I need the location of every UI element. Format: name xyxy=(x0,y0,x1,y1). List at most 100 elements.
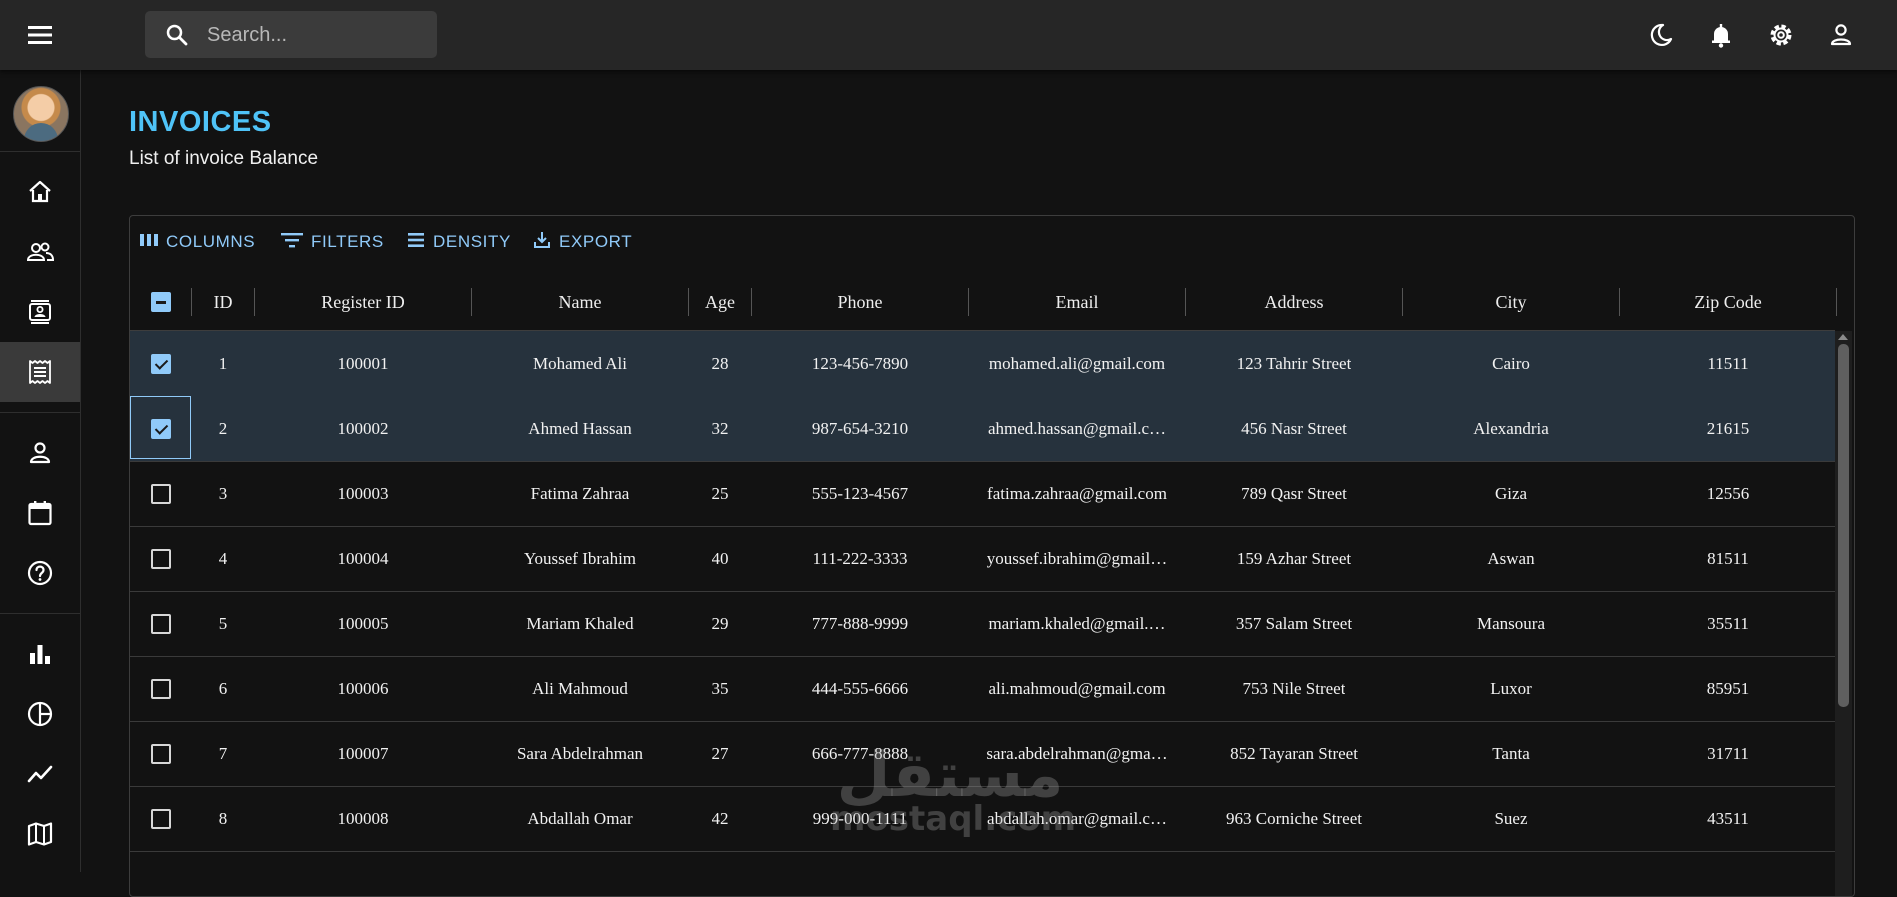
cell-city[interactable]: Aswan xyxy=(1403,526,1619,591)
cell-zip[interactable]: 85951 xyxy=(1620,656,1836,721)
row-checkbox[interactable] xyxy=(150,808,171,829)
cell-email[interactable]: sara.abdelrahman@gma… xyxy=(969,721,1185,786)
cell-register-id[interactable]: 100007 xyxy=(255,721,471,786)
contacts-icon[interactable] xyxy=(0,282,80,342)
table-row[interactable]: 5 100005 Mariam Khaled 29 777-888-9999 mariam… xyxy=(130,591,1835,657)
cell-register-id[interactable]: 100006 xyxy=(255,656,471,721)
cell-age[interactable]: 42 xyxy=(689,786,751,851)
cell-address[interactable]: 159 Azhar Street xyxy=(1186,526,1402,591)
filters-button[interactable]: FILTERS xyxy=(281,230,384,254)
cell-address[interactable]: 852 Tayaran Street xyxy=(1186,721,1402,786)
bell-icon[interactable] xyxy=(1706,20,1736,50)
cell-phone[interactable]: 666-777-8888 xyxy=(752,721,968,786)
cell-age[interactable]: 28 xyxy=(689,331,751,396)
row-checkbox[interactable] xyxy=(150,743,171,764)
cell-register-id[interactable]: 100008 xyxy=(255,786,471,851)
cell-city[interactable]: Suez xyxy=(1403,786,1619,851)
cell-age[interactable]: 29 xyxy=(689,591,751,656)
cell-age[interactable]: 40 xyxy=(689,526,751,591)
person-icon[interactable] xyxy=(0,423,80,483)
cell-email[interactable]: fatima.zahraa@gmail.com xyxy=(969,461,1185,526)
search-input[interactable] xyxy=(205,11,429,60)
user-icon[interactable] xyxy=(1826,20,1856,50)
column-header-phone[interactable]: Phone xyxy=(752,274,968,330)
row-checkbox[interactable] xyxy=(150,353,171,374)
cell-email[interactable]: mariam.khaled@gmail.… xyxy=(969,591,1185,656)
table-row[interactable]: 3 100003 Fatima Zahraa 25 555-123-4567 fatima… xyxy=(130,461,1835,527)
row-checkbox[interactable] xyxy=(150,678,171,699)
cell-phone[interactable]: 123-456-7890 xyxy=(752,331,968,396)
cell-id[interactable]: 7 xyxy=(192,721,254,786)
cell-zip[interactable]: 11511 xyxy=(1620,331,1836,396)
cell-phone[interactable]: 987-654-3210 xyxy=(752,396,968,461)
column-header-id[interactable]: ID xyxy=(192,274,254,330)
cell-register-id[interactable]: 100004 xyxy=(255,526,471,591)
cell-name[interactable]: Fatima Zahraa xyxy=(472,461,688,526)
bar-chart-icon[interactable] xyxy=(0,624,80,684)
cell-email[interactable]: ali.mahmoud@gmail.com xyxy=(969,656,1185,721)
cell-zip[interactable]: 35511 xyxy=(1620,591,1836,656)
column-header-email[interactable]: Email xyxy=(969,274,1185,330)
cell-name[interactable]: Mohamed Ali xyxy=(472,331,688,396)
avatar[interactable] xyxy=(13,86,69,142)
map-icon[interactable] xyxy=(0,804,80,864)
scrollbar-thumb[interactable] xyxy=(1838,344,1849,707)
cell-register-id[interactable]: 100005 xyxy=(255,591,471,656)
cell-zip[interactable]: 43511 xyxy=(1620,786,1836,851)
cell-age[interactable]: 35 xyxy=(689,656,751,721)
cell-name[interactable]: Ali Mahmoud xyxy=(472,656,688,721)
cell-register-id[interactable]: 100003 xyxy=(255,461,471,526)
cell-id[interactable]: 8 xyxy=(192,786,254,851)
row-checkbox[interactable] xyxy=(150,613,171,634)
search-bar[interactable] xyxy=(145,11,437,60)
invoices-icon[interactable] xyxy=(0,342,80,402)
column-header-city[interactable]: City xyxy=(1403,274,1619,330)
table-row[interactable]: 6 100006 Ali Mahmoud 35 444-555-6666 ali.mahm… xyxy=(130,656,1835,722)
cell-id[interactable]: 2 xyxy=(192,396,254,461)
cell-email[interactable]: abdallah.omar@gmail.c… xyxy=(969,786,1185,851)
table-row[interactable]: 2 100002 Ahmed Hassan 32 987-654-3210 ahmed.h… xyxy=(130,396,1835,462)
cell-phone[interactable]: 999-000-1111 xyxy=(752,786,968,851)
cell-name[interactable]: Ahmed Hassan xyxy=(472,396,688,461)
cell-zip[interactable]: 21615 xyxy=(1620,396,1836,461)
cell-city[interactable]: Alexandria xyxy=(1403,396,1619,461)
cell-name[interactable]: Sara Abdelrahman xyxy=(472,721,688,786)
cell-id[interactable]: 1 xyxy=(192,331,254,396)
cell-zip[interactable]: 12556 xyxy=(1620,461,1836,526)
column-header-age[interactable]: Age xyxy=(689,274,751,330)
cell-id[interactable]: 6 xyxy=(192,656,254,721)
cell-name[interactable]: Youssef Ibrahim xyxy=(472,526,688,591)
select-all-checkbox[interactable] xyxy=(150,292,171,312)
cell-email[interactable]: ahmed.hassan@gmail.c… xyxy=(969,396,1185,461)
cell-city[interactable]: Cairo xyxy=(1403,331,1619,396)
cell-address[interactable]: 789 Qasr Street xyxy=(1186,461,1402,526)
cell-age[interactable]: 25 xyxy=(689,461,751,526)
column-header-name[interactable]: Name xyxy=(472,274,688,330)
density-button[interactable]: DENSITY xyxy=(407,230,511,254)
table-row[interactable]: 7 100007 Sara Abdelrahman 27 666-777-8888 sar… xyxy=(130,721,1835,787)
cell-name[interactable]: Mariam Khaled xyxy=(472,591,688,656)
cell-city[interactable]: Giza xyxy=(1403,461,1619,526)
gear-icon[interactable] xyxy=(1766,20,1796,50)
column-header-zip-code[interactable]: Zip Code xyxy=(1620,274,1836,330)
team-icon[interactable] xyxy=(0,222,80,282)
cell-name[interactable]: Abdallah Omar xyxy=(472,786,688,851)
cell-zip[interactable]: 31711 xyxy=(1620,721,1836,786)
menu-icon[interactable] xyxy=(22,21,58,49)
cell-city[interactable]: Luxor xyxy=(1403,656,1619,721)
column-header-address[interactable]: Address xyxy=(1186,274,1402,330)
cell-address[interactable]: 357 Salam Street xyxy=(1186,591,1402,656)
cell-id[interactable]: 5 xyxy=(192,591,254,656)
cell-email[interactable]: youssef.ibrahim@gmail… xyxy=(969,526,1185,591)
cell-address[interactable]: 456 Nasr Street xyxy=(1186,396,1402,461)
column-separator[interactable] xyxy=(1836,288,1837,316)
moon-icon[interactable] xyxy=(1646,20,1676,50)
cell-email[interactable]: mohamed.ali@gmail.com xyxy=(969,331,1185,396)
cell-register-id[interactable]: 100002 xyxy=(255,396,471,461)
cell-age[interactable]: 27 xyxy=(689,721,751,786)
cell-address[interactable]: 753 Nile Street xyxy=(1186,656,1402,721)
scroll-up-arrow[interactable] xyxy=(1838,334,1848,340)
cell-city[interactable]: Mansoura xyxy=(1403,591,1619,656)
cell-age[interactable]: 32 xyxy=(689,396,751,461)
column-header-register-id[interactable]: Register ID xyxy=(255,274,471,330)
